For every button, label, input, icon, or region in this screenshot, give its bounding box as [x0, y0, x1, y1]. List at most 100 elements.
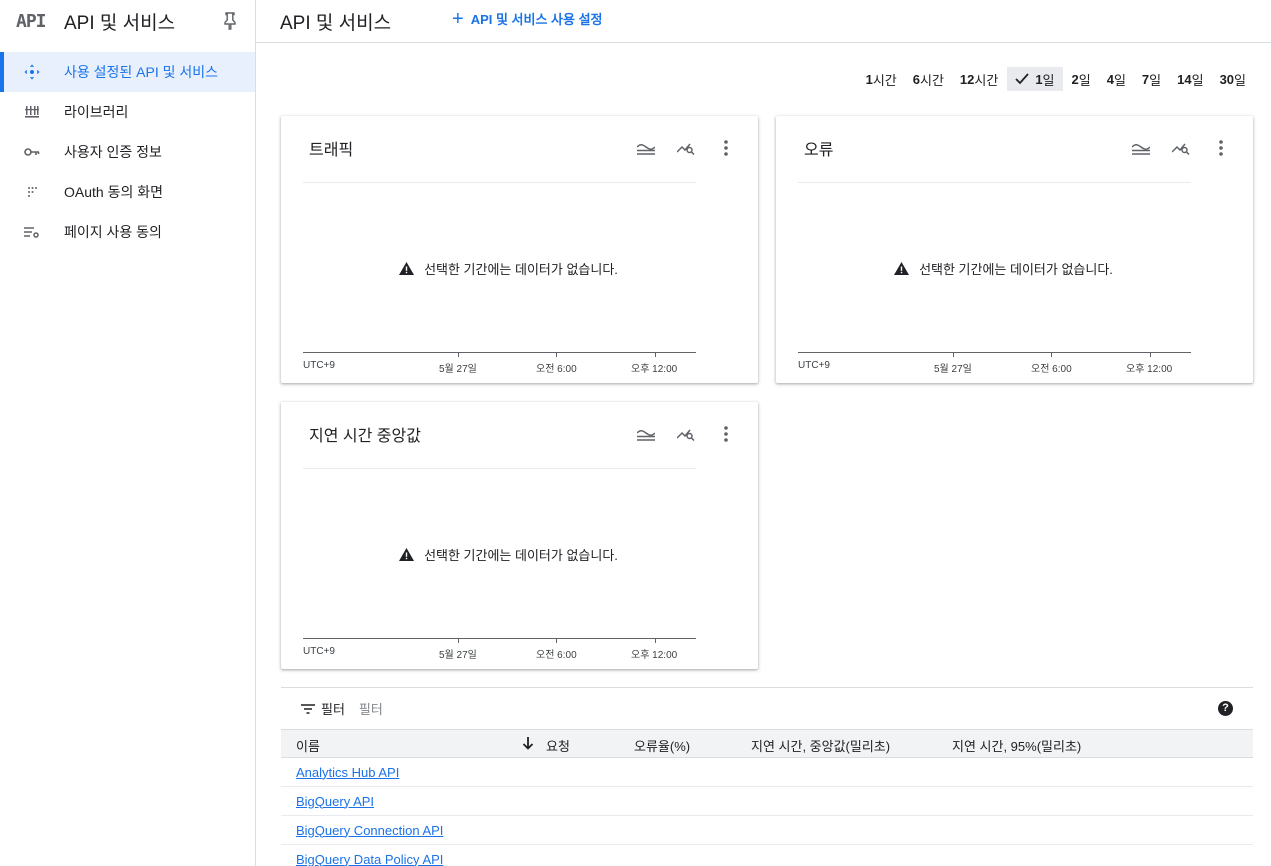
chart-title: 지연 시간 중앙값 [309, 428, 421, 445]
explore-chart-icon[interactable] [676, 424, 696, 444]
api-diamond-icon [24, 64, 40, 80]
range-number: 6 [912, 71, 920, 87]
page-header: API 및 서비스 + API 및 서비스 사용 설정 [256, 0, 1271, 43]
x-axis-tick-label: 5월 27일 [934, 364, 972, 375]
range-option[interactable]: 7일 [1135, 67, 1168, 91]
api-link[interactable]: BigQuery Data Policy API [296, 852, 443, 866]
x-axis-tick-label: 오후 12:00 [1126, 364, 1173, 375]
chart-actions [616, 138, 736, 158]
x-axis-tick-label: 오후 12:00 [631, 650, 678, 661]
sidebar-item-library[interactable]: 라이브러리 [0, 92, 255, 132]
traffic-chart-card: 트래픽 선택한 기간에는 데이터가 없습니다. UTC+9 5월 27일 오전 … [281, 116, 758, 383]
sidebar: API API 및 서비스 사용 설정된 API 및 서비스 라이브러리 사용자… [0, 0, 256, 866]
no-data-text: 선택한 기간에는 데이터가 없습니다. [919, 262, 1113, 277]
x-axis-tick-label: 5월 27일 [439, 650, 477, 661]
sidebar-item-credentials[interactable]: 사용자 인증 정보 [0, 132, 255, 172]
sidebar-nav: 사용 설정된 API 및 서비스 라이브러리 사용자 인증 정보 OAuth 동… [0, 52, 255, 252]
filter-bar: 필터 필터 ? [281, 687, 1253, 729]
warning-icon [894, 262, 910, 275]
explore-chart-icon[interactable] [676, 138, 696, 158]
more-options-icon[interactable] [1211, 138, 1231, 158]
page-title: API 및 서비스 [280, 12, 392, 34]
range-unit: 일 [1191, 72, 1204, 88]
api-logo: API [16, 11, 47, 32]
enable-apis-button[interactable]: + API 및 서비스 사용 설정 [452, 7, 603, 30]
x-axis-tick-label: 오후 12:00 [631, 364, 678, 375]
oauth-dots-icon [24, 184, 40, 200]
sidebar-item-label: 페이지 사용 동의 [64, 224, 162, 240]
sidebar-item-oauth-consent[interactable]: OAuth 동의 화면 [0, 172, 255, 212]
sidebar-header: API API 및 서비스 [0, 0, 255, 43]
check-icon [1015, 73, 1029, 85]
column-latency-median[interactable]: 지연 시간, 중앙값(밀리초) [751, 736, 890, 755]
column-error-rate[interactable]: 오류율(%) [634, 736, 690, 755]
chart-actions [1111, 138, 1231, 158]
range-option[interactable]: 14 일 [1170, 67, 1210, 91]
x-axis-line [798, 352, 1191, 353]
range-option[interactable]: 30 일 [1213, 67, 1253, 91]
pin-icon[interactable] [223, 12, 237, 30]
x-axis-tick [556, 352, 557, 357]
sidebar-item-page-consent[interactable]: 페이지 사용 동의 [0, 212, 255, 252]
key-icon [24, 144, 40, 160]
api-link[interactable]: Analytics Hub API [296, 765, 399, 780]
warning-icon [399, 262, 415, 275]
range-option[interactable]: 12 시간 [953, 67, 1005, 91]
x-axis-tz-label: UTC+9 [303, 360, 335, 371]
table-row: Analytics Hub API [281, 758, 1253, 787]
sidebar-item-label: 라이브러리 [64, 104, 129, 120]
range-unit: 일 [1113, 72, 1126, 88]
x-axis-tick-label: 오전 6:00 [1031, 364, 1072, 375]
range-number: 2 [1071, 71, 1079, 87]
x-axis-tick [1051, 352, 1052, 357]
plus-icon: + [452, 7, 464, 30]
column-latency-95[interactable]: 지연 시간, 95%(밀리초) [952, 736, 1081, 755]
range-number: 14 [1177, 71, 1192, 87]
no-data-message: 선택한 기간에는 데이터가 없습니다. [281, 545, 696, 564]
filter-label: 필터 [321, 702, 345, 717]
range-option[interactable]: 6 시간 [906, 67, 951, 91]
filter-input[interactable]: 필터 [359, 699, 383, 718]
legend-toggle-icon[interactable] [636, 138, 656, 158]
table-header: 이름 요청 오류율(%) 지연 시간, 중앙값(밀리초) 지연 시간, 95%(… [281, 729, 1253, 758]
range-unit: 일 [1149, 72, 1162, 88]
range-unit: 시간 [920, 72, 944, 88]
column-name[interactable]: 이름 [296, 736, 320, 755]
legend-toggle-icon[interactable] [1131, 138, 1151, 158]
range-unit: 시간 [872, 72, 897, 88]
more-options-icon[interactable] [716, 424, 736, 444]
x-axis-tick-label: 오전 6:00 [536, 364, 577, 375]
latency-chart-card: 지연 시간 중앙값 선택한 기간에는 데이터가 없습니다. UTC+9 5월 2… [281, 402, 758, 669]
x-axis-tick [458, 638, 459, 643]
api-link[interactable]: BigQuery Connection API [296, 823, 443, 838]
sidebar-item-label: 사용자 인증 정보 [64, 144, 162, 160]
legend-toggle-icon[interactable] [636, 424, 656, 444]
range-option[interactable]: 4일 [1100, 67, 1133, 91]
sort-down-icon[interactable] [522, 736, 534, 750]
range-option[interactable]: 1 시간 [859, 67, 904, 91]
no-data-message: 선택한 기간에는 데이터가 없습니다. [281, 259, 696, 278]
warning-icon [399, 548, 415, 561]
sidebar-item-enabled-apis[interactable]: 사용 설정된 API 및 서비스 [0, 52, 255, 92]
chart-actions [616, 424, 736, 444]
x-axis-tick [556, 638, 557, 643]
range-unit: 일 [1078, 72, 1091, 88]
range-unit: 시간 [974, 72, 999, 88]
x-axis-tick [1150, 352, 1151, 357]
help-icon[interactable]: ? [1218, 701, 1233, 716]
no-data-message: 선택한 기간에는 데이터가 없습니다. [776, 259, 1191, 278]
table-row: BigQuery Connection API [281, 816, 1253, 845]
column-requests[interactable]: 요청 [546, 736, 570, 755]
range-unit: 일 [1042, 72, 1055, 88]
api-link[interactable]: BigQuery API [296, 794, 374, 809]
table-row: BigQuery API [281, 787, 1253, 816]
explore-chart-icon[interactable] [1171, 138, 1191, 158]
range-option[interactable]: 1일 [1007, 67, 1063, 91]
chart-divider [303, 468, 696, 469]
sidebar-item-label: 사용 설정된 API 및 서비스 [64, 64, 219, 80]
range-option[interactable]: 2일 [1065, 67, 1098, 91]
no-data-text: 선택한 기간에는 데이터가 없습니다. [424, 548, 618, 563]
filter-icon[interactable] [301, 703, 315, 714]
more-options-icon[interactable] [716, 138, 736, 158]
range-unit: 일 [1234, 72, 1246, 88]
